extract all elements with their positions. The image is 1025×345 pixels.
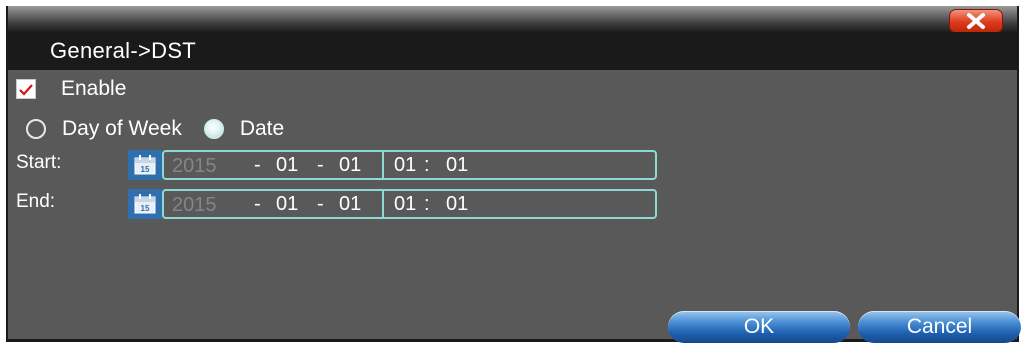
end-calendar-button[interactable]: 15 — [128, 189, 162, 219]
cancel-button[interactable]: Cancel — [858, 311, 1021, 343]
svg-text:15: 15 — [141, 204, 150, 213]
calendar-icon: 15 — [134, 194, 156, 214]
calendar-icon: 15 — [134, 155, 156, 175]
start-datetime-field[interactable]: 2015 - 01 - 01 01 : 01 — [162, 150, 657, 180]
checkmark-icon — [19, 84, 33, 96]
start-year[interactable]: 2015 — [172, 155, 217, 178]
enable-checkbox[interactable] — [16, 79, 36, 99]
close-icon — [967, 13, 985, 29]
end-datetime-field[interactable]: 2015 - 01 - 01 01 : 01 — [162, 189, 657, 219]
end-date-separator: - — [254, 193, 261, 215]
start-day[interactable]: 01 — [339, 154, 361, 177]
svg-text:15: 15 — [141, 165, 150, 174]
end-year[interactable]: 2015 — [172, 194, 217, 217]
radio-day-of-week[interactable] — [26, 119, 46, 139]
end-label: End: — [16, 191, 56, 212]
start-date-separator: - — [254, 154, 261, 176]
end-row: End: 15 2015 - 01 - 01 01 : 01 — [12, 187, 672, 221]
start-calendar-button[interactable]: 15 — [128, 150, 162, 180]
date-time-divider — [382, 152, 384, 178]
end-time-separator: : — [424, 193, 430, 215]
end-date-separator: - — [317, 193, 324, 215]
radio-label-date: Date — [239, 117, 285, 140]
end-month[interactable]: 01 — [276, 193, 298, 216]
enable-label: Enable — [61, 77, 127, 100]
close-button[interactable] — [949, 9, 1003, 33]
start-row: Start: 15 2015 - 01 - 01 01 : 01 — [12, 148, 672, 182]
dialog-frame: General->DST Enable Day of Week Date Sta… — [6, 6, 1021, 343]
end-minute[interactable]: 01 — [446, 193, 468, 216]
start-label: Start: — [16, 152, 62, 173]
ok-button[interactable]: OK — [668, 311, 850, 343]
start-time-separator: : — [424, 154, 430, 176]
enable-row: Enable — [16, 76, 126, 102]
start-date-separator: - — [317, 154, 324, 176]
dst-dialog: General->DST Enable Day of Week Date Sta… — [0, 0, 1025, 345]
end-hour[interactable]: 01 — [394, 193, 416, 216]
start-minute[interactable]: 01 — [446, 154, 468, 177]
start-hour[interactable]: 01 — [394, 154, 416, 177]
radio-label-day-of-week: Day of Week — [62, 117, 182, 140]
radio-date[interactable] — [203, 119, 224, 139]
title-bar — [8, 6, 1017, 33]
end-day[interactable]: 01 — [339, 193, 361, 216]
page-title: General->DST — [50, 38, 197, 63]
dst-mode-group: Day of Week Date — [26, 116, 306, 142]
start-month[interactable]: 01 — [276, 154, 298, 177]
date-time-divider — [382, 191, 384, 217]
